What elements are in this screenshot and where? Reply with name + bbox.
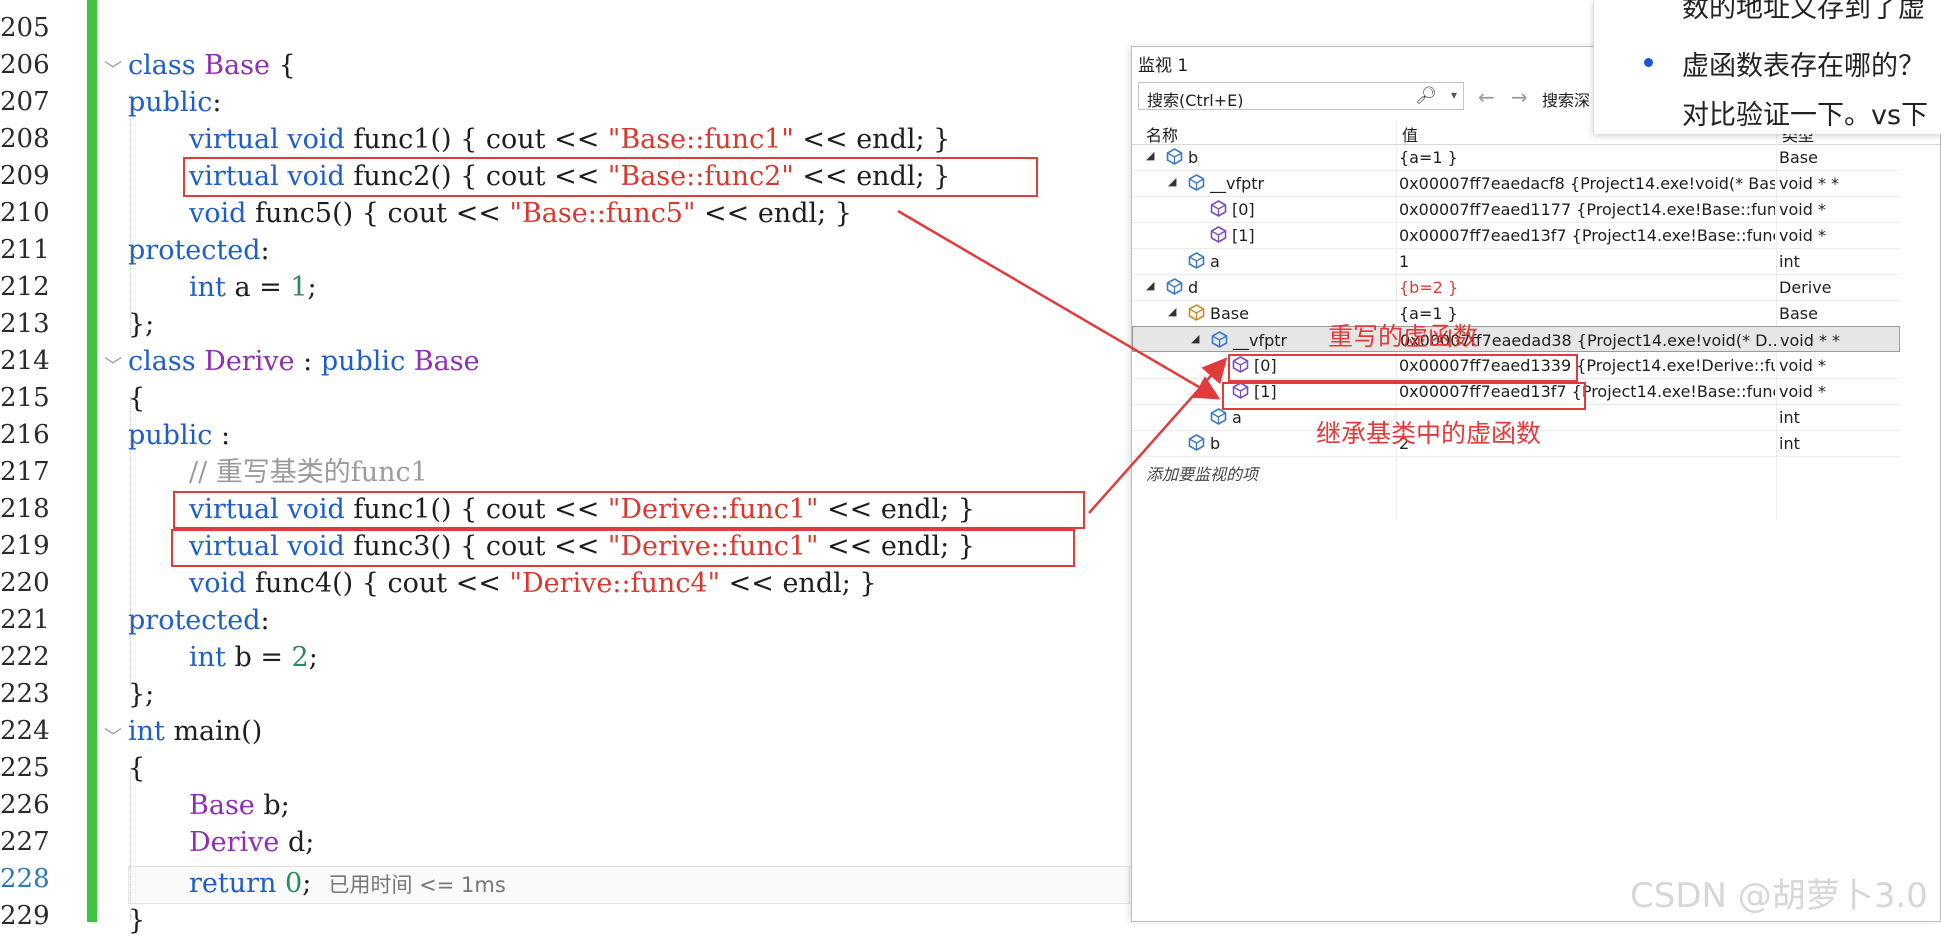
arrow-func5-to-vtable <box>897 209 1221 400</box>
article-line-1: 数的地址又存到了虚 <box>1682 0 1925 24</box>
annotation-arrows <box>897 209 1228 514</box>
article-snippet: 数的地址又存到了虚 虚函数表存在哪的？ 对比验证一下。vs下 <box>1593 0 1941 134</box>
article-line-3: 对比验证一下。vs下 <box>1682 100 1929 131</box>
article-line-2: 虚函数表存在哪的？ <box>1682 51 1925 82</box>
bullet-icon <box>1644 58 1653 67</box>
watermark: CSDN @胡萝卜3.0 <box>1630 876 1928 916</box>
arrow-func1-to-vtable <box>1088 357 1228 514</box>
